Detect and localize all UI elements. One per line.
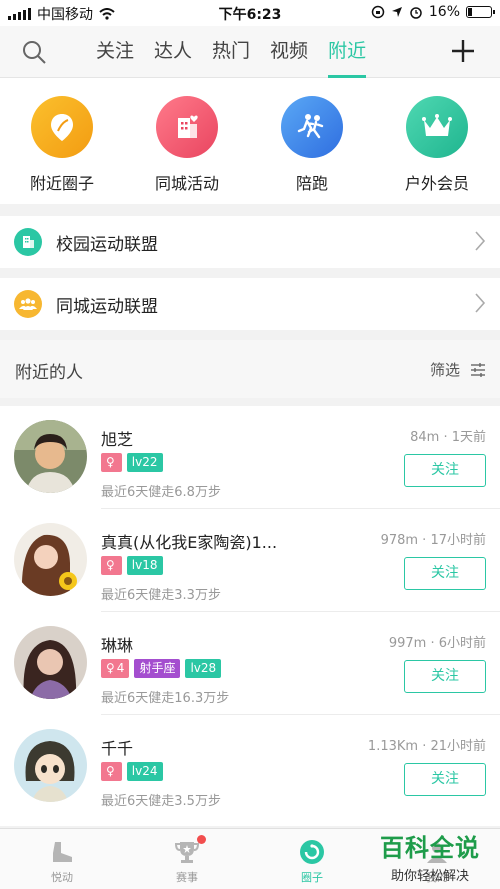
user-name: 旭芝 <box>101 430 134 449</box>
filter-button[interactable]: 筛选 <box>430 359 486 380</box>
tab-following[interactable]: 关注 <box>96 26 134 78</box>
rotation-lock-icon <box>371 5 385 19</box>
level-badge: lv24 <box>126 762 163 781</box>
chevron-right-icon <box>475 231 486 251</box>
steps-summary: 最近6天健走3.5万步 <box>101 794 221 809</box>
league-label: 校园运动联盟 <box>56 235 158 255</box>
building-heart-icon <box>156 96 218 158</box>
distance-time: 1.13Km · 21小时前 <box>367 739 486 754</box>
steps-summary: 最近6天健走3.3万步 <box>101 588 221 603</box>
female-badge: ♀ <box>101 453 122 472</box>
female-icon: ♀ <box>106 558 115 572</box>
circle-icon <box>297 837 327 867</box>
tab-video[interactable]: 视频 <box>270 26 308 78</box>
level-badge: lv22 <box>126 453 163 472</box>
nearby-user-list: 旭芝 84m · 1天前 ♀ lv22 最近6天健走6.8万步 关注 真真(从化… <box>0 406 500 826</box>
category-label: 同城活动 <box>154 174 219 193</box>
category-grid: 附近圈子 同城活动 陪跑 户外会员 <box>0 78 500 204</box>
category-label: 陪跑 <box>295 174 328 193</box>
league-label: 同城运动联盟 <box>56 297 158 317</box>
female-badge: ♀ <box>101 556 122 575</box>
building-icon <box>14 228 42 256</box>
female-icon: ♀ <box>106 764 115 778</box>
bottom-tab-yuedong[interactable]: 悦动 <box>12 837 112 885</box>
female-badge: ♀ 4 <box>101 659 130 678</box>
notification-dot <box>197 835 206 844</box>
watermark: 百科全说 助你轻松解决 <box>374 828 486 884</box>
campus-league-row[interactable]: 校园运动联盟 <box>0 216 500 268</box>
watermark-subtitle: 助你轻松解决 <box>390 869 469 884</box>
trophy-icon <box>172 835 206 867</box>
list-item[interactable]: 琳琳 997m · 6小时前 ♀ 4 射手座 lv28 最近6天健走16.3万步 … <box>0 612 500 715</box>
distance-time: 84m · 1天前 <box>410 430 486 445</box>
female-icon: ♀ <box>106 455 115 469</box>
distance-time: 997m · 6小时前 <box>388 636 486 651</box>
section-title: 附近的人 <box>15 363 83 383</box>
nearby-people-header: 附近的人 筛选 <box>0 340 500 398</box>
plus-icon[interactable] <box>450 38 476 64</box>
filter-label: 筛选 <box>429 361 460 379</box>
zodiac-badge: 射手座 <box>134 659 181 678</box>
follow-button[interactable]: 关注 <box>404 660 486 693</box>
category-running-partner[interactable]: 陪跑 <box>252 96 372 194</box>
follow-button[interactable]: 关注 <box>404 763 486 796</box>
tab-popular[interactable]: 热门 <box>212 26 250 78</box>
category-label: 户外会员 <box>404 174 469 193</box>
female-badge: ♀ <box>101 762 122 781</box>
follow-button[interactable]: 关注 <box>404 454 486 487</box>
user-name: 真真(从化我E家陶瓷)1... <box>101 533 278 552</box>
bottom-tab-events[interactable]: 赛事 <box>137 835 237 885</box>
group-icon <box>14 290 42 318</box>
follow-button[interactable]: 关注 <box>404 557 486 590</box>
location-leaf-icon <box>31 96 93 158</box>
search-icon[interactable] <box>20 38 48 66</box>
list-item[interactable]: 真真(从化我E家陶瓷)1... 978m · 17小时前 ♀ lv18 最近6天… <box>0 509 500 612</box>
location-icon <box>391 7 402 17</box>
avatar[interactable] <box>14 523 87 596</box>
battery-percent: 16% <box>428 4 460 20</box>
user-name: 千千 <box>101 739 134 758</box>
level-badge: lv18 <box>126 556 163 575</box>
city-league-row[interactable]: 同城运动联盟 <box>0 278 500 330</box>
avatar[interactable] <box>14 420 87 493</box>
crown-icon <box>406 96 468 158</box>
distance-time: 978m · 17小时前 <box>380 533 486 548</box>
bottom-tab-circles[interactable]: 圈子 <box>262 837 362 885</box>
runners-icon <box>281 96 343 158</box>
filter-sliders-icon <box>471 362 485 377</box>
chevron-right-icon <box>475 293 486 313</box>
avatar[interactable] <box>14 626 87 699</box>
tab-experts[interactable]: 达人 <box>154 26 192 78</box>
status-bar: 中国移动 下午6:23 16% <box>0 0 500 26</box>
bottom-tab-label: 悦动 <box>51 871 73 884</box>
category-nearby-circles[interactable]: 附近圈子 <box>2 96 122 194</box>
shoe-icon <box>47 837 77 867</box>
bottom-tab-label: 赛事 <box>176 871 198 884</box>
steps-summary: 最近6天健走6.8万步 <box>101 485 221 500</box>
list-item[interactable]: 旭芝 84m · 1天前 ♀ lv22 最近6天健走6.8万步 关注 <box>0 406 500 509</box>
female-icon: ♀ <box>106 661 115 675</box>
tab-nearby[interactable]: 附近 <box>328 26 367 78</box>
category-outdoor-membership[interactable]: 户外会员 <box>377 96 497 194</box>
level-badge: lv28 <box>185 659 222 678</box>
avatar[interactable] <box>14 729 87 802</box>
category-label: 附近圈子 <box>29 174 94 193</box>
steps-summary: 最近6天健走16.3万步 <box>101 691 230 706</box>
alarm-icon <box>410 7 422 19</box>
watermark-title: 百科全说 <box>380 834 480 862</box>
list-item[interactable]: 千千 1.13Km · 21小时前 ♀ lv24 最近6天健走3.5万步 关注 <box>0 715 500 818</box>
category-city-events[interactable]: 同城活动 <box>127 96 247 194</box>
top-nav: 关注 达人 热门 视频 附近 <box>0 26 500 78</box>
bottom-tab-label: 圈子 <box>301 871 323 884</box>
user-name: 琳琳 <box>101 636 134 655</box>
battery-icon <box>466 6 495 18</box>
